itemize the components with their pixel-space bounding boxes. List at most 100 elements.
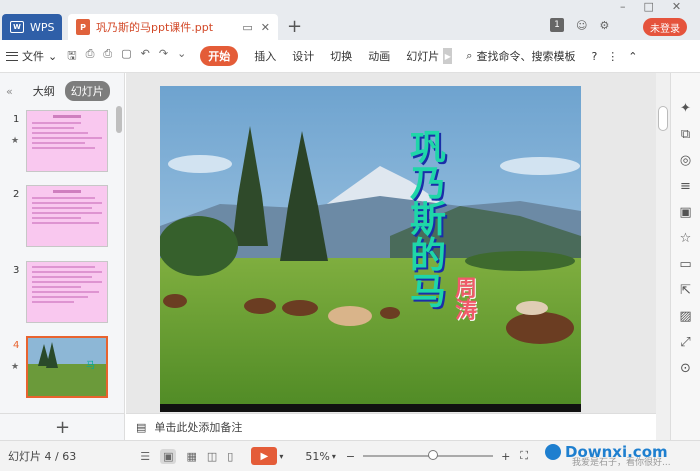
skin-icon[interactable]: ☺: [576, 19, 587, 32]
tab-start[interactable]: 开始: [200, 46, 239, 66]
titlebar-tools: 1 ☺ ⚙: [550, 18, 609, 32]
chevron-down-icon: ⌄: [48, 49, 58, 63]
zoom-level[interactable]: 51%: [305, 450, 329, 463]
login-button[interactable]: 未登录: [643, 18, 687, 36]
tab-slides[interactable]: 幻灯片: [64, 81, 110, 101]
document-tab-label: 巩乃斯的马ppt课件.ppt: [96, 21, 214, 34]
command-search-label: 查找命令、搜索模板: [476, 50, 576, 63]
wps-tab-label: WPS: [30, 20, 55, 34]
slide-counter: 幻灯片 4 / 63: [8, 450, 77, 463]
minimize-button[interactable]: –: [620, 0, 626, 13]
play-dropdown-icon[interactable]: ▾: [279, 452, 283, 461]
magic-icon[interactable]: ✦: [680, 101, 691, 116]
scrollbar-thumb[interactable]: [658, 106, 668, 131]
image-icon[interactable]: ▨: [679, 309, 691, 324]
wps-home-tab[interactable]: W WPS: [2, 14, 62, 40]
notification-badge[interactable]: 1: [550, 18, 564, 32]
adjust-icon[interactable]: ≡: [680, 179, 691, 194]
tab-slideshow[interactable]: 幻灯片: [406, 48, 439, 64]
tab-design[interactable]: 设计: [292, 48, 314, 64]
slide-number: 2: [13, 189, 20, 200]
watermark-logo-icon: [545, 444, 561, 460]
tab-insert[interactable]: 插入: [254, 48, 276, 64]
right-tool-sidebar: ✦ ⧉ ◎ ≡ ▣ ☆ ▭ ⇱ ▨ ⤢ ⊙: [670, 73, 700, 440]
dropdown-icon[interactable]: ⌄: [177, 47, 186, 66]
slide-thumbnail-2[interactable]: 2: [0, 185, 118, 249]
normal-view-icon[interactable]: ▣: [160, 448, 177, 464]
current-slide[interactable]: 巩乃斯的马 周涛: [160, 86, 581, 412]
location-icon[interactable]: ⊙: [680, 361, 691, 376]
notes-view-icon[interactable]: ▯: [227, 450, 233, 463]
menu-icon: [6, 51, 18, 61]
slides-panel: « 大纲 幻灯片 1 ★ 2 3 4 ★ 马 +: [0, 73, 125, 440]
document-tab[interactable]: P 巩乃斯的马ppt课件.ppt ▭ ✕: [68, 14, 278, 40]
slide-author: 周涛: [451, 276, 477, 320]
thumbnail-image: 马: [26, 336, 108, 398]
star-icon[interactable]: ☆: [680, 231, 692, 246]
play-slideshow-button[interactable]: ▶: [251, 447, 278, 465]
more-menu-button[interactable]: ⋮: [607, 50, 618, 63]
panel-scrollbar[interactable]: [116, 106, 122, 133]
collapse-panel-icon[interactable]: «: [6, 85, 13, 98]
undo-icon[interactable]: ↶: [141, 47, 150, 66]
preview-icon[interactable]: ▢: [121, 47, 131, 66]
ribbon-more-icon[interactable]: ▶: [443, 48, 453, 64]
copy-icon[interactable]: ⧉: [681, 127, 690, 142]
ribbon-toolbar: 文件 ⌄ 🖫 ⎙ ⎙ ▢ ↶ ↷ ⌄ 开始 插入 设计 切换 动画 幻灯片 ▶ …: [0, 40, 700, 73]
print-icon[interactable]: ⎙: [103, 47, 112, 66]
watermark-tagline: 我爱是石子，看你很好...: [572, 458, 671, 468]
slide-title: 巩乃斯的马: [404, 128, 446, 308]
maximize-button[interactable]: □: [644, 0, 654, 13]
tab-animation[interactable]: 动画: [368, 48, 390, 64]
align-icon[interactable]: ☰: [140, 450, 150, 463]
panel-tabs: « 大纲 幻灯片: [0, 81, 125, 101]
new-tab-button[interactable]: +: [287, 16, 302, 37]
slide-number: 4: [13, 340, 20, 351]
reading-view-icon[interactable]: ◫: [207, 450, 217, 463]
view-buttons: ☰ ▣ ▦ ◫ ▯: [140, 448, 233, 464]
zoom-dropdown-icon[interactable]: ▾: [332, 452, 336, 461]
zoom-slider[interactable]: [363, 450, 494, 460]
slide-thumbnail-1[interactable]: 1 ★: [0, 110, 118, 174]
fit-window-icon[interactable]: ⛶: [520, 449, 528, 463]
notes-icon: ▤: [136, 420, 147, 434]
slide-background-image: [160, 86, 581, 412]
slide-thumbnail-4[interactable]: 4 ★ 马: [0, 336, 118, 400]
quick-access: 🖫 ⎙ ⎙ ▢ ↶ ↷ ⌄: [67, 47, 186, 66]
animation-star-icon: ★: [11, 136, 20, 146]
zoom-out-button[interactable]: −: [346, 450, 355, 463]
ribbon-collapse-icon[interactable]: ⌃: [628, 50, 637, 63]
search-icon: ⌕: [466, 49, 473, 62]
share-icon[interactable]: ⇱: [680, 283, 691, 298]
tab-close-icon[interactable]: ✕: [261, 21, 270, 34]
thumbnail-image: [26, 110, 108, 172]
sorter-view-icon[interactable]: ▦: [186, 450, 196, 463]
tab-transition[interactable]: 切换: [330, 48, 352, 64]
zoom-slider-knob[interactable]: [428, 450, 439, 460]
window-controls: – □ ✕: [620, 0, 681, 13]
tab-outline[interactable]: 大纲: [33, 83, 55, 99]
window-icon[interactable]: ▭: [679, 257, 691, 272]
transform-icon[interactable]: ⤢: [680, 335, 690, 350]
slide-thumbnail-3[interactable]: 3: [0, 261, 118, 325]
ppt-file-icon: P: [76, 19, 90, 35]
layout-icon[interactable]: ▣: [679, 205, 691, 220]
close-window-button[interactable]: ✕: [672, 0, 681, 13]
thumbnail-image: [26, 185, 108, 247]
file-menu[interactable]: 文件 ⌄: [6, 48, 57, 64]
shapes-icon[interactable]: ◎: [680, 153, 691, 168]
notes-pane[interactable]: ▤ 单击此处添加备注: [126, 413, 656, 440]
slide-number: 3: [13, 265, 20, 276]
tab-window-icon[interactable]: ▭: [242, 21, 252, 34]
thumbnail-image: [26, 261, 108, 323]
settings-icon[interactable]: ⚙: [599, 19, 609, 32]
zoom-in-button[interactable]: +: [501, 450, 510, 463]
add-slide-button[interactable]: +: [0, 413, 125, 440]
export-icon[interactable]: ⎙: [86, 47, 95, 66]
command-search[interactable]: ⌕ 查找命令、搜索模板: [466, 48, 575, 64]
save-icon[interactable]: 🖫: [67, 47, 76, 66]
wps-logo-icon: W: [10, 21, 24, 33]
slide-number: 1: [13, 114, 20, 125]
help-button[interactable]: ?: [591, 50, 597, 63]
redo-icon[interactable]: ↷: [159, 47, 168, 66]
